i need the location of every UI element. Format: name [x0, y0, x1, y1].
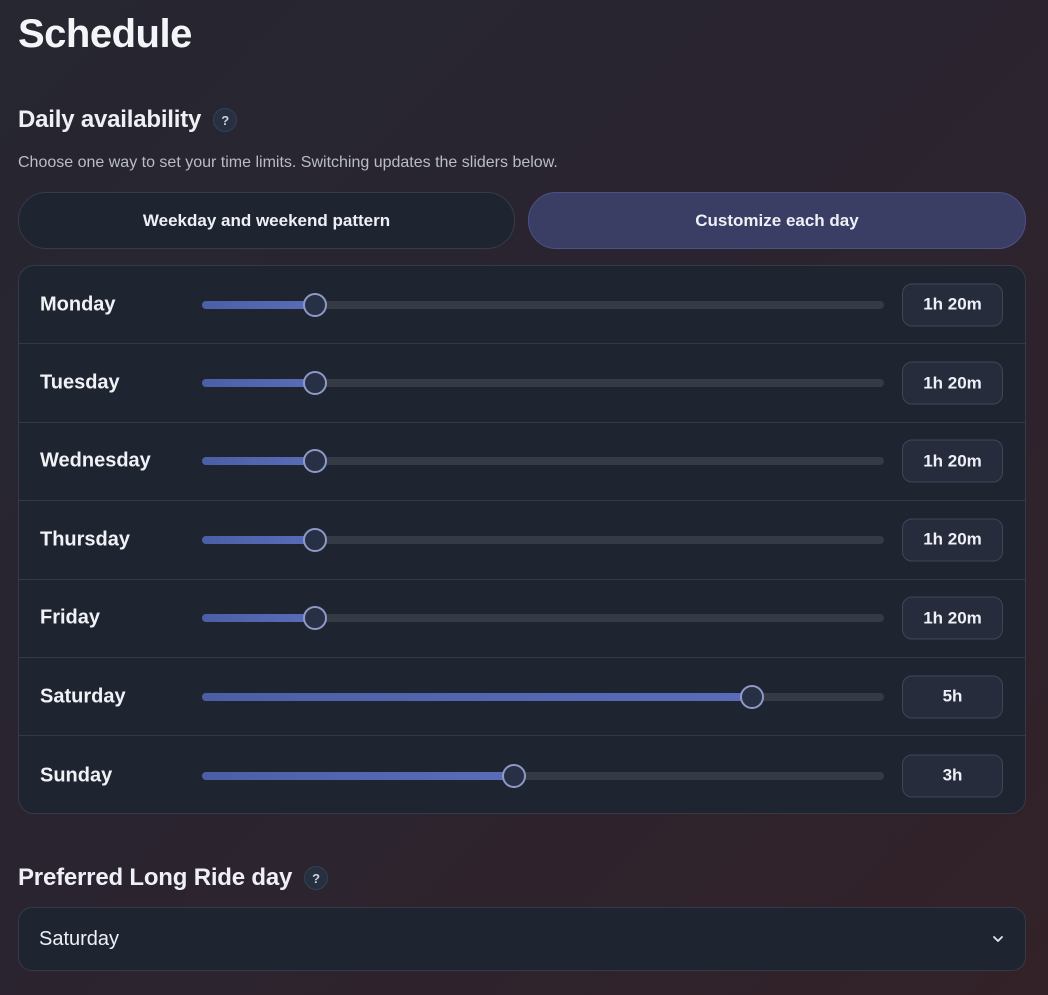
slider-fill [202, 771, 514, 780]
daily-availability-heading: Daily availability [18, 106, 202, 133]
slider-thumb[interactable] [501, 763, 526, 788]
weekday-weekend-pattern-button[interactable]: Weekday and weekend pattern [18, 192, 515, 249]
duration-value: 1h 20m [902, 439, 1003, 483]
duration-value: 3h [902, 754, 1003, 798]
chevron-down-icon [991, 932, 1005, 946]
slider-thumb[interactable] [302, 606, 327, 631]
selected-day-value: Saturday [39, 927, 120, 950]
day-label: Friday [40, 606, 101, 629]
friday-slider[interactable] [202, 606, 884, 631]
duration-value: 1h 20m [902, 596, 1003, 640]
help-icon[interactable]: ? [304, 866, 329, 890]
monday-slider[interactable] [202, 292, 884, 317]
slider-thumb[interactable] [740, 684, 765, 709]
day-label: Monday [40, 293, 116, 316]
day-label: Thursday [40, 528, 131, 551]
slider-fill [202, 379, 315, 388]
long-ride-header: Preferred Long Ride day ? [18, 864, 329, 892]
day-label: Wednesday [40, 449, 151, 472]
saturday-slider[interactable] [202, 684, 884, 709]
day-row-monday: Monday 1h 20m [19, 266, 1025, 345]
day-row-wednesday: Wednesday 1h 20m [19, 423, 1025, 502]
day-label: Tuesday [40, 371, 120, 394]
day-label: Saturday [40, 685, 126, 708]
duration-value: 1h 20m [902, 518, 1003, 562]
help-icon[interactable]: ? [213, 108, 238, 132]
thursday-slider[interactable] [202, 527, 884, 552]
page-title: Schedule [18, 12, 192, 56]
duration-value: 1h 20m [902, 283, 1003, 327]
day-row-friday: Friday 1h 20m [19, 580, 1025, 658]
day-label: Sunday [40, 764, 113, 787]
slider-thumb[interactable] [302, 449, 327, 474]
slider-thumb[interactable] [302, 292, 327, 317]
slider-fill [202, 692, 753, 701]
wednesday-slider[interactable] [202, 449, 884, 474]
duration-value: 1h 20m [902, 361, 1003, 405]
long-ride-day-select[interactable]: Saturday [18, 907, 1026, 971]
day-row-tuesday: Tuesday 1h 20m [19, 344, 1025, 423]
slider-fill [202, 300, 315, 309]
day-row-sunday: Sunday 3h [19, 736, 1025, 813]
tuesday-slider[interactable] [202, 371, 884, 396]
day-row-thursday: Thursday 1h 20m [19, 501, 1025, 580]
customize-each-day-button[interactable]: Customize each day [528, 192, 1026, 249]
day-sliders-card: Monday 1h 20m Tuesday 1h 20m Wednesday 1… [18, 265, 1026, 814]
slider-fill [202, 614, 315, 623]
daily-availability-header: Daily availability ? [18, 106, 238, 134]
slider-thumb[interactable] [302, 527, 327, 552]
slider-thumb[interactable] [302, 371, 327, 396]
duration-value: 5h [902, 675, 1003, 719]
slider-fill [202, 457, 315, 466]
chevron-down-icon-svg [993, 936, 1003, 942]
schedule-page: Schedule Daily availability ? Choose one… [0, 0, 1048, 995]
long-ride-heading: Preferred Long Ride day [18, 864, 293, 891]
day-row-saturday: Saturday 5h [19, 658, 1025, 737]
sunday-slider[interactable] [202, 763, 884, 788]
slider-fill [202, 535, 315, 544]
availability-description: Choose one way to set your time limits. … [18, 154, 558, 171]
